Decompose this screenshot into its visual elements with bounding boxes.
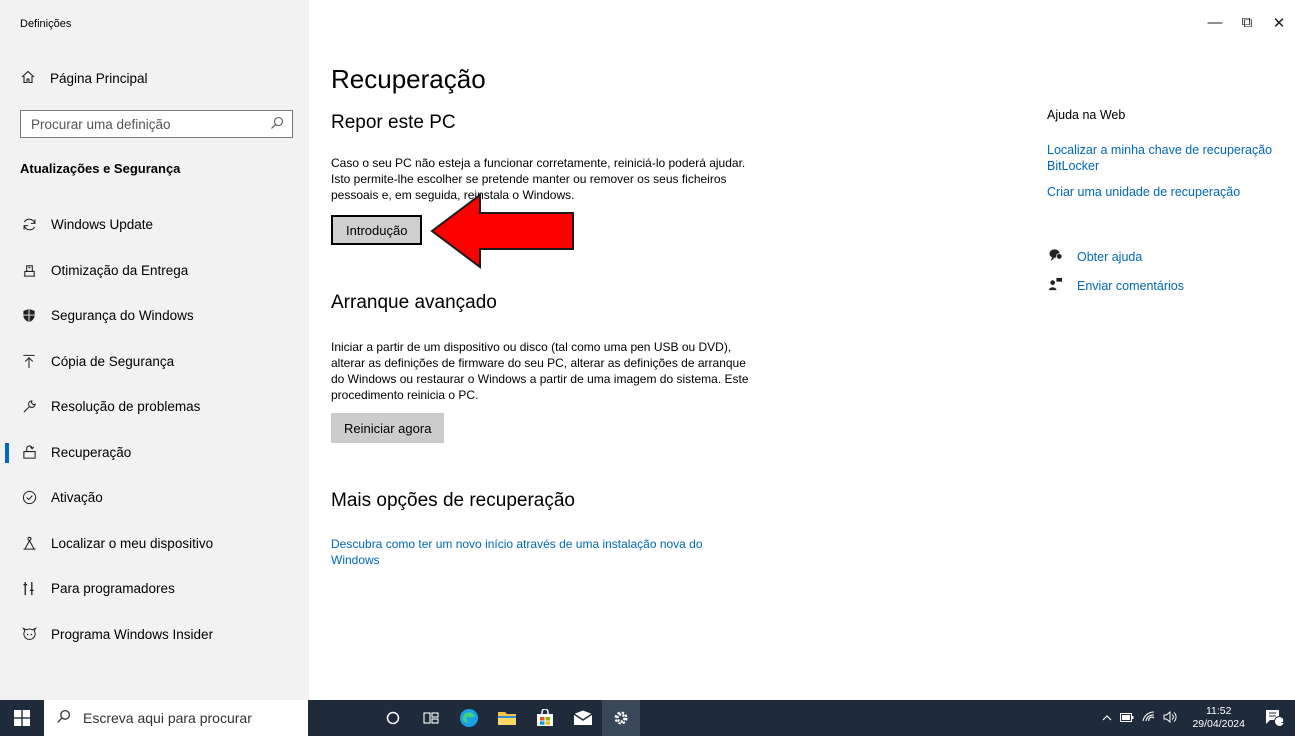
sidebar-item-label: Programa Windows Insider	[51, 626, 214, 642]
fresh-start-link[interactable]: Descubra como ter um novo início através…	[331, 536, 751, 568]
sidebar-item-label: Cópia de Segurança	[51, 353, 175, 369]
sidebar-item-windows-update[interactable]: Windows Update	[0, 202, 309, 248]
sidebar-nav: Windows Update Otimização da Entrega Seg…	[0, 202, 309, 657]
help-chat-icon	[1047, 248, 1063, 265]
feedback-label: Enviar comentários	[1077, 279, 1184, 293]
create-recovery-drive-link[interactable]: Criar uma unidade de recuperação	[1047, 184, 1277, 200]
sidebar-item-find-device[interactable]: Localizar o meu dispositivo	[0, 521, 309, 567]
sidebar-home[interactable]: Página Principal	[20, 70, 148, 87]
sidebar-item-label: Ativação	[51, 490, 103, 506]
start-button[interactable]	[0, 700, 44, 736]
find-device-icon	[21, 535, 37, 551]
developer-icon	[21, 581, 37, 597]
sidebar-item-label: Para programadores	[51, 581, 175, 597]
clock[interactable]: 11:52 29/04/2024	[1192, 705, 1245, 731]
sidebar-item-label: Localizar o meu dispositivo	[51, 535, 214, 551]
sidebar-item-label: Otimização da Entrega	[51, 262, 189, 278]
recovery-icon	[21, 444, 37, 460]
refresh-icon	[21, 217, 37, 233]
feedback-link[interactable]: Enviar comentários	[1047, 277, 1184, 295]
home-icon	[20, 70, 36, 87]
taskbar-apps	[374, 700, 640, 736]
sidebar-item-windows-security[interactable]: Segurança do Windows	[0, 293, 309, 339]
cortana-icon[interactable]	[374, 700, 412, 736]
volume-icon[interactable]	[1163, 710, 1178, 726]
wrench-icon	[21, 399, 37, 415]
settings-icon[interactable]	[602, 700, 640, 736]
page-title: Recuperação	[331, 64, 486, 94]
sidebar-item-label: Recuperação	[51, 444, 132, 460]
task-view-icon[interactable]	[412, 700, 450, 736]
search-icon[interactable]	[270, 116, 284, 133]
taskbar: Escreva aqui para procurar 11:52 29/04/2…	[0, 700, 1295, 736]
bitlocker-key-link[interactable]: Localizar a minha chave de recuperação B…	[1047, 142, 1277, 174]
notification-count: 1	[1280, 715, 1286, 725]
red-arrow-annotation	[430, 193, 574, 269]
sidebar-item-label: Windows Update	[51, 217, 154, 233]
insider-icon	[21, 626, 37, 642]
shield-icon	[21, 308, 37, 324]
clock-date: 29/04/2024	[1192, 718, 1245, 730]
get-help-link[interactable]: Obter ajuda	[1047, 248, 1142, 265]
feedback-icon	[1047, 277, 1063, 295]
window-controls: — ⧉ ✕	[1199, 14, 1295, 32]
wifi-icon[interactable]	[1142, 711, 1155, 725]
taskbar-search[interactable]: Escreva aqui para procurar	[44, 700, 308, 736]
taskbar-search-placeholder: Escreva aqui para procurar	[83, 710, 252, 726]
check-circle-icon	[21, 490, 37, 506]
notification-center-button[interactable]: 1	[1255, 700, 1295, 736]
sidebar-item-label: Resolução de problemas	[51, 399, 201, 415]
battery-icon[interactable]	[1120, 711, 1134, 725]
get-started-button[interactable]: Introdução	[331, 215, 423, 245]
advanced-description: Iniciar a partir de um dispositivo ou di…	[331, 340, 749, 402]
sidebar-item-delivery-optimization[interactable]: Otimização da Entrega	[0, 248, 309, 294]
backup-icon	[21, 353, 37, 369]
sidebar: Definições Página Principal Procurar uma…	[0, 0, 309, 700]
edge-browser-icon[interactable]	[450, 700, 488, 736]
sidebar-item-insider[interactable]: Programa Windows Insider	[0, 612, 309, 658]
reset-heading: Repor este PC	[331, 112, 456, 133]
sidebar-item-backup[interactable]: Cópia de Segurança	[0, 339, 309, 385]
search-icon	[56, 709, 71, 727]
clock-time: 11:52	[1205, 705, 1232, 717]
system-tray: 11:52 29/04/2024 1	[1102, 700, 1295, 736]
sidebar-item-label: Segurança do Windows	[51, 308, 194, 324]
sidebar-item-developers[interactable]: Para programadores	[0, 566, 309, 612]
app-title: Definições	[20, 18, 72, 30]
store-icon[interactable]	[526, 700, 564, 736]
section-title: Atualizações e Segurança	[20, 161, 181, 176]
get-help-label: Obter ajuda	[1077, 249, 1143, 264]
close-button[interactable]: ✕	[1263, 14, 1295, 32]
windows-logo-icon	[14, 710, 30, 726]
web-help-heading: Ajuda na Web	[1047, 108, 1126, 122]
search-input[interactable]: Procurar uma definição	[20, 110, 293, 138]
mail-icon[interactable]	[564, 700, 602, 736]
sidebar-item-recovery[interactable]: Recuperação	[0, 430, 309, 476]
file-explorer-icon[interactable]	[488, 700, 526, 736]
sidebar-item-activation[interactable]: Ativação	[0, 475, 309, 521]
chevron-up-icon[interactable]	[1102, 711, 1112, 725]
delivery-icon	[21, 262, 37, 278]
sidebar-home-label: Página Principal	[50, 71, 148, 86]
restart-now-button[interactable]: Reiniciar agora	[331, 413, 445, 443]
advanced-heading: Arranque avançado	[331, 292, 497, 313]
minimize-button[interactable]: —	[1199, 14, 1231, 32]
maximize-button[interactable]: ⧉	[1231, 14, 1263, 32]
search-placeholder: Procurar uma definição	[31, 116, 171, 132]
more-options-heading: Mais opções de recuperação	[331, 490, 575, 511]
sidebar-item-troubleshoot[interactable]: Resolução de problemas	[0, 384, 309, 430]
